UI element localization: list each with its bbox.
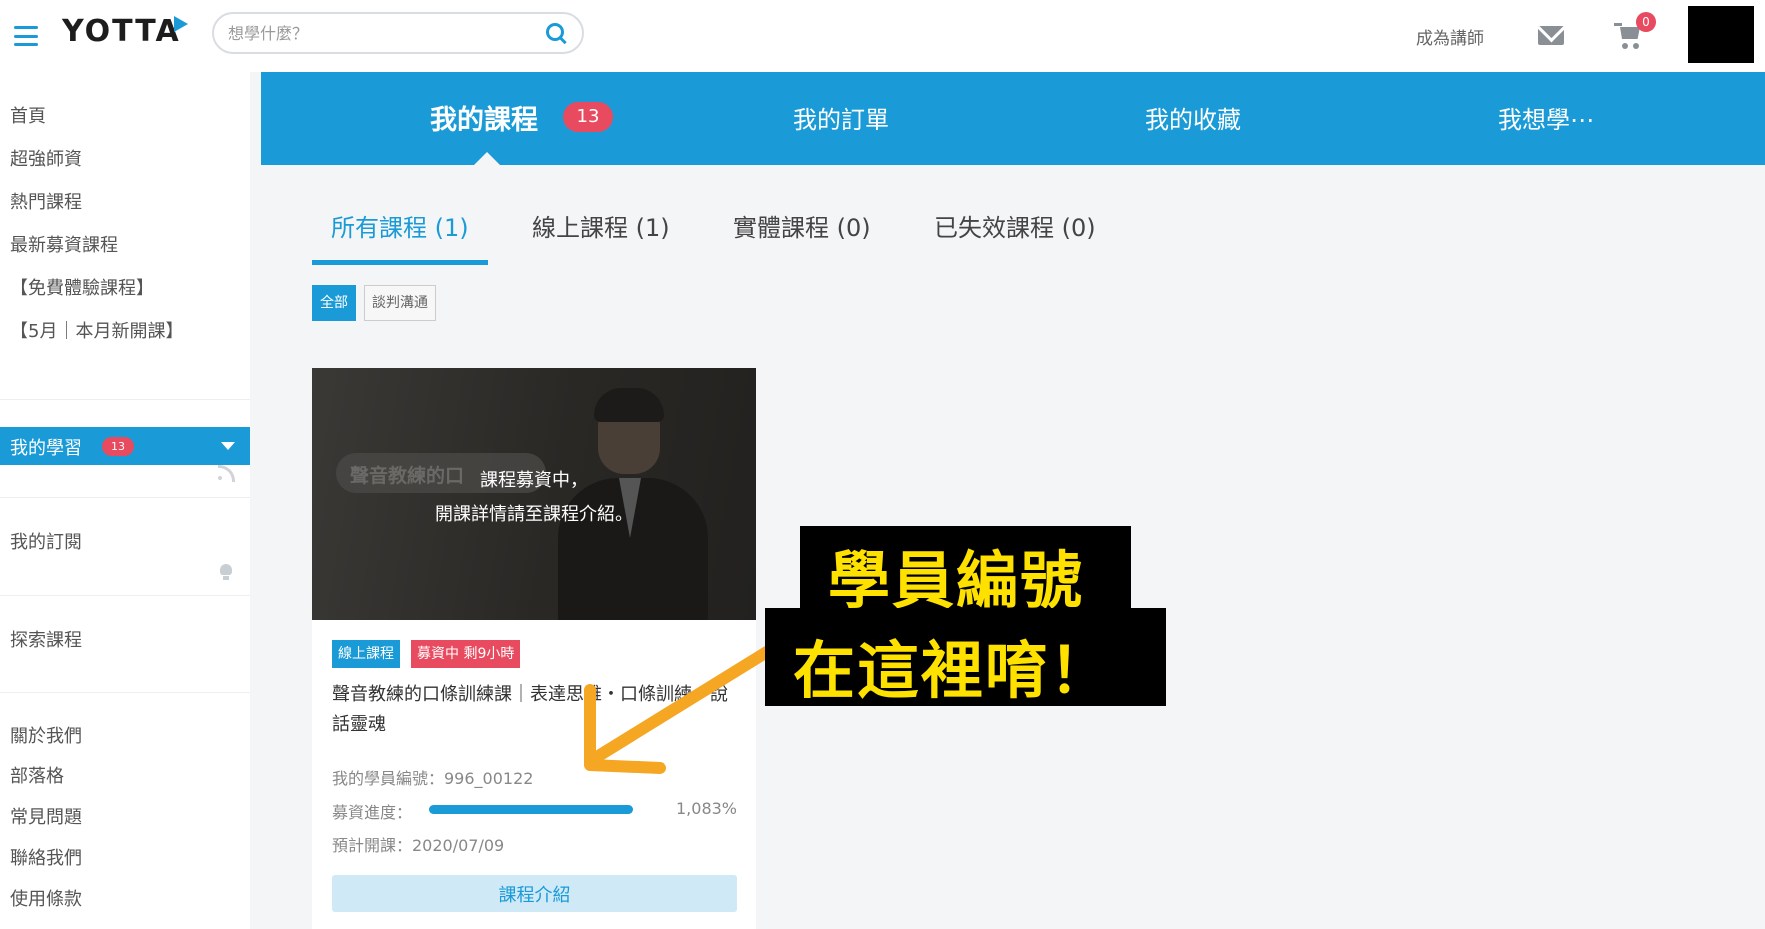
- sidebar-item-terms[interactable]: 使用條款: [10, 885, 82, 911]
- subtab-all-courses[interactable]: 所有課程 (1): [331, 208, 469, 243]
- progress-value: 1,083%: [676, 799, 738, 818]
- funding-overlay: 課程募資中， 開課詳情請至課程介紹。: [312, 464, 756, 532]
- sidebar-item-popular[interactable]: 熱門課程: [10, 188, 82, 214]
- subtab-physical-courses[interactable]: 實體課程 (0): [733, 208, 871, 243]
- caret-down-icon[interactable]: [221, 442, 235, 450]
- filter-all[interactable]: 全部: [312, 285, 356, 321]
- lightbulb-icon: [219, 562, 233, 580]
- sidebar-item-faq[interactable]: 常見問題: [10, 803, 82, 829]
- annotation-line-1: 學員編號: [828, 544, 1085, 617]
- logo-flag-icon: [174, 16, 188, 32]
- funding-progress-bar: [429, 805, 633, 814]
- active-tab-caret: [473, 152, 501, 166]
- sidebar-item-free-trial[interactable]: 【免費體驗課程】: [10, 274, 154, 300]
- site-logo[interactable]: YOTTA: [62, 14, 181, 49]
- subtab-expired-courses[interactable]: 已失效課程 (0): [934, 208, 1096, 243]
- subtab-online-courses[interactable]: 線上課程 (1): [532, 208, 670, 243]
- become-teacher-link[interactable]: 成為講師: [1416, 24, 1484, 49]
- sidebar-divider: [0, 595, 250, 596]
- progress-label: 募資進度：: [332, 803, 413, 822]
- my-courses-badge: 13: [563, 102, 613, 132]
- tab-my-favorites[interactable]: 我的收藏: [1145, 100, 1241, 135]
- annotation-box-bottom: 在這裡唷！: [765, 608, 1166, 707]
- search-input[interactable]: [228, 23, 544, 43]
- sidebar-item-subscription[interactable]: 我的訂閱: [10, 528, 82, 554]
- filter-negotiation[interactable]: 談判溝通: [364, 285, 436, 321]
- cart-count-badge: 0: [1636, 12, 1656, 32]
- mail-icon[interactable]: [1538, 26, 1564, 45]
- subtab-underline: [312, 260, 488, 265]
- search-bar[interactable]: [212, 12, 584, 54]
- student-id: 我的學員編號：996_00122: [332, 769, 534, 788]
- tab-my-courses[interactable]: 我的課程: [430, 98, 538, 137]
- tag-fundraising: 募資中 剩9小時: [411, 640, 521, 668]
- search-icon[interactable]: [544, 21, 568, 45]
- main-tab-bar: 我的課程 13 我的訂單 我的收藏 我想學⋯: [261, 72, 1765, 166]
- course-thumbnail[interactable]: 聲音教練的口 課程募資中， 開課詳情請至課程介紹。: [312, 368, 756, 620]
- top-header: YOTTA 成為講師 0: [0, 0, 1765, 72]
- my-learning-label: 我的學習: [10, 438, 82, 459]
- sidebar-item-blog[interactable]: 部落格: [10, 762, 64, 788]
- sidebar-item-explore[interactable]: 探索課程: [10, 626, 82, 652]
- my-learning-badge: 13: [102, 437, 134, 456]
- sidebar-divider: [0, 399, 250, 400]
- course-intro-button[interactable]: 課程介紹: [332, 875, 737, 912]
- overlay-line-2: 開課詳情請至課程介紹。: [435, 504, 633, 525]
- overlay-line-1: 課程募資中，: [480, 470, 588, 491]
- annotation-box-top: 學員編號: [800, 526, 1131, 617]
- sidebar: 首頁 超強師資 熱門課程 最新募資課程 【免費體驗課程】 【5月｜本月新開課】 …: [0, 72, 250, 929]
- sidebar-item-my-learning[interactable]: 我的學習 13: [0, 427, 250, 465]
- tab-my-orders[interactable]: 我的訂單: [793, 100, 889, 135]
- annotation-line-2: 在這裡唷！: [793, 634, 1114, 707]
- expected-open-date: 預計開課：2020/07/09: [332, 836, 505, 855]
- avatar[interactable]: [1688, 6, 1754, 63]
- sidebar-divider: [0, 692, 250, 693]
- sidebar-item-new-funding[interactable]: 最新募資課程: [10, 231, 118, 257]
- sidebar-item-home[interactable]: 首頁: [10, 102, 46, 128]
- funding-progress-fill: [429, 805, 633, 814]
- tab-wishlist[interactable]: 我想學⋯: [1498, 100, 1594, 135]
- rss-icon: [218, 465, 235, 482]
- annotation-arrow-icon: [584, 644, 776, 774]
- sidebar-divider: [0, 497, 250, 498]
- sidebar-item-about[interactable]: 關於我們: [10, 722, 82, 748]
- sidebar-item-teachers[interactable]: 超強師資: [10, 145, 82, 171]
- sidebar-item-contact[interactable]: 聯絡我們: [10, 844, 82, 870]
- tag-online-course: 線上課程: [332, 640, 400, 668]
- hamburger-menu-icon[interactable]: [14, 26, 38, 46]
- sidebar-item-new-this-month[interactable]: 【5月｜本月新開課】: [10, 317, 183, 343]
